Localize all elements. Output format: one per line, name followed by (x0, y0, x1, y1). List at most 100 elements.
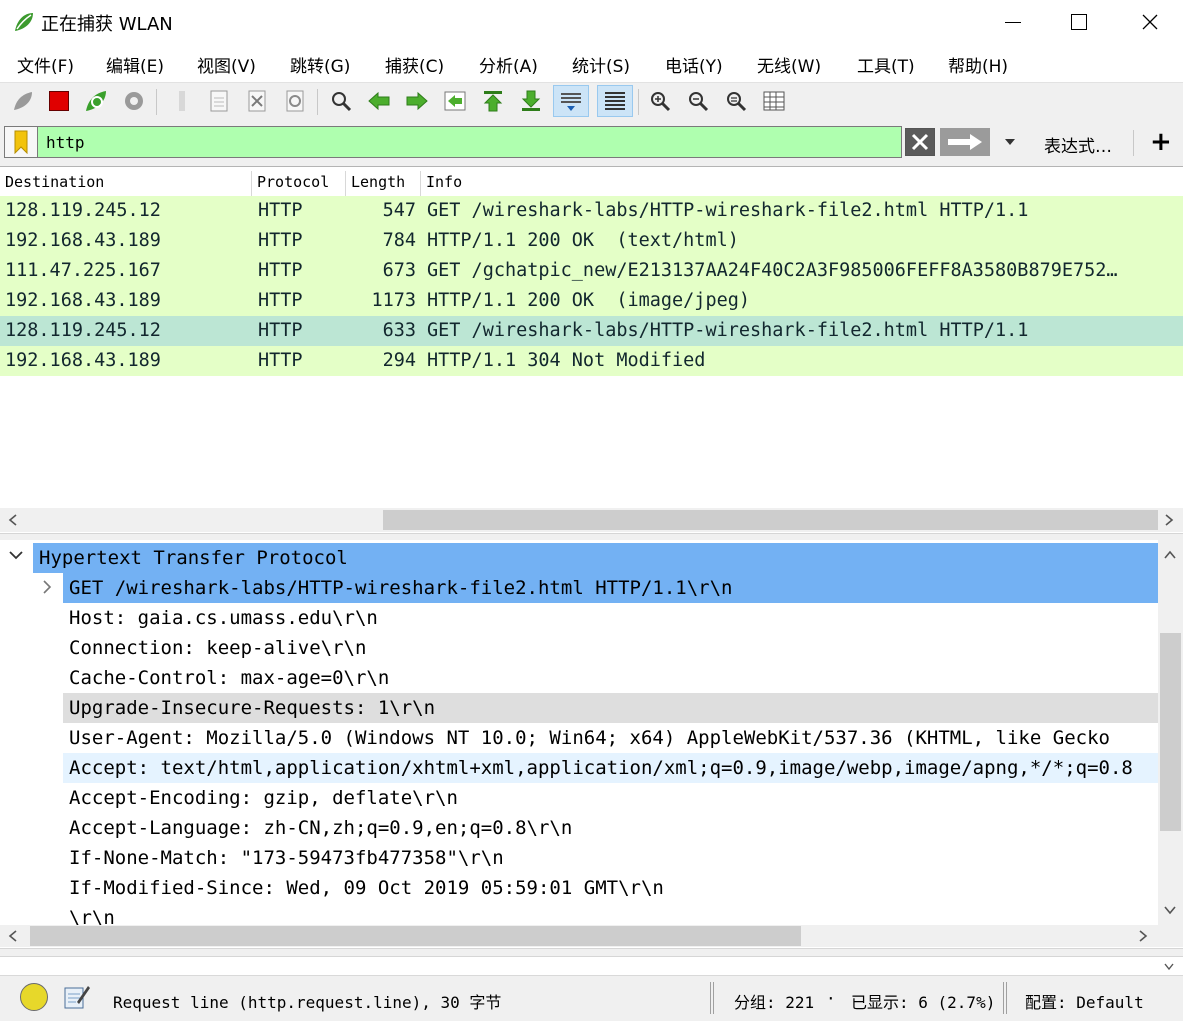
packet-length: 633 (382, 320, 416, 341)
capture-comment-icon[interactable] (63, 982, 91, 1010)
capture-options-icon[interactable] (120, 87, 148, 115)
packet-row-selected[interactable]: 128.119.245.12 HTTP 633 GET /wireshark-l… (0, 316, 1183, 346)
column-protocol[interactable]: Protocol (252, 171, 346, 197)
add-filter-button[interactable]: + (1150, 128, 1172, 156)
scroll-right-icon[interactable] (1138, 930, 1148, 942)
display-filter-input[interactable] (4, 126, 902, 158)
scroll-right-icon[interactable] (1164, 514, 1174, 526)
header-field[interactable]: Connection: keep-alive\r\n (63, 633, 1158, 663)
header-field[interactable]: If-None-Match: "173-59473fb477358"\r\n (63, 843, 1158, 873)
minimize-icon (1005, 21, 1021, 23)
colorize-icon[interactable] (597, 85, 633, 117)
go-to-packet-icon[interactable] (441, 87, 469, 115)
packet-protocol: HTTP (258, 200, 303, 221)
menu-go[interactable]: 跳转(G) (290, 52, 350, 77)
protocol-tree-http[interactable]: Hypertext Transfer Protocol (33, 543, 1158, 573)
menu-wireless[interactable]: 无线(W) (757, 52, 821, 77)
packet-destination: 111.47.225.167 (5, 260, 161, 281)
expression-button[interactable]: 表达式… (1044, 132, 1112, 157)
request-line-field[interactable]: GET /wireshark-labs/HTTP-wireshark-file2… (63, 573, 1158, 603)
menu-help[interactable]: 帮助(H) (948, 52, 1008, 77)
wireshark-logo-icon (12, 10, 36, 34)
auto-scroll-icon[interactable] (553, 85, 589, 117)
scroll-left-icon[interactable] (8, 930, 18, 942)
menu-view[interactable]: 视图(V) (197, 52, 256, 77)
packet-info: GET /gchatpic_new/E213137AA24F40C2A3F985… (427, 260, 1118, 281)
maximize-button[interactable] (1056, 0, 1102, 44)
minimize-button[interactable] (990, 0, 1036, 44)
packet-destination: 192.168.43.189 (5, 290, 161, 311)
zoom-out-icon[interactable] (684, 87, 712, 115)
packet-protocol: HTTP (258, 260, 303, 281)
go-last-icon[interactable] (517, 87, 545, 115)
start-capture-icon[interactable] (9, 87, 37, 115)
column-info[interactable]: Info (421, 171, 1183, 197)
close-button[interactable] (1127, 0, 1173, 44)
header-field[interactable]: Upgrade-Insecure-Requests: 1\r\n (63, 693, 1158, 723)
details-vscrollbar[interactable] (1158, 540, 1183, 925)
open-file-icon[interactable] (168, 87, 196, 115)
chevron-down-icon[interactable] (9, 550, 23, 560)
reload-file-icon[interactable] (281, 87, 309, 115)
packet-list-hscrollbar[interactable] (0, 508, 1183, 532)
filter-bookmark-button[interactable] (4, 126, 38, 158)
packet-bytes-pane (0, 956, 1183, 976)
restart-capture-icon[interactable] (82, 87, 110, 115)
menu-telephony[interactable]: 电话(Y) (665, 52, 723, 77)
scroll-down-icon[interactable] (1164, 963, 1174, 971)
chevron-right-icon[interactable] (42, 580, 52, 594)
go-back-icon[interactable] (365, 87, 393, 115)
menu-edit[interactable]: 编辑(E) (106, 52, 164, 77)
scrollbar-thumb[interactable] (1160, 633, 1181, 831)
header-field[interactable]: Accept-Language: zh-CN,zh;q=0.9,en;q=0.8… (63, 813, 1158, 843)
packet-info: GET /wireshark-labs/HTTP-wireshark-file2… (427, 200, 1029, 221)
header-field[interactable]: Accept-Encoding: gzip, deflate\r\n (63, 783, 1158, 813)
column-destination[interactable]: Destination (0, 171, 252, 197)
bookmark-icon (14, 130, 28, 154)
profile-status[interactable]: 配置: Default (1025, 989, 1144, 1013)
find-packet-icon[interactable] (327, 87, 355, 115)
status-separator[interactable] (1003, 982, 1007, 1014)
column-length[interactable]: Length (346, 171, 421, 197)
expert-info-icon[interactable] (20, 983, 48, 1011)
menu-tools[interactable]: 工具(T) (857, 52, 915, 77)
packet-row[interactable]: 192.168.43.189 HTTP 1173 HTTP/1.1 200 OK… (0, 286, 1183, 316)
packet-protocol: HTTP (258, 290, 303, 311)
resize-columns-icon[interactable] (760, 87, 788, 115)
stop-capture-icon[interactable] (45, 87, 73, 115)
save-file-icon[interactable] (205, 87, 233, 115)
scroll-up-icon[interactable] (1164, 550, 1176, 560)
scrollbar-thumb[interactable] (383, 510, 1158, 530)
apply-filter-button[interactable] (940, 128, 990, 156)
scrollbar-thumb[interactable] (30, 926, 801, 946)
pane-splitter[interactable] (0, 948, 1183, 956)
packet-row[interactable]: 192.168.43.189 HTTP 294 HTTP/1.1 304 Not… (0, 346, 1183, 376)
menu-analyze[interactable]: 分析(A) (479, 52, 538, 77)
close-file-icon[interactable] (243, 87, 271, 115)
menu-statistics[interactable]: 统计(S) (572, 52, 630, 77)
header-field[interactable]: User-Agent: Mozilla/5.0 (Windows NT 10.0… (63, 723, 1158, 753)
scroll-left-icon[interactable] (8, 514, 18, 526)
menu-file[interactable]: 文件(F) (17, 52, 74, 77)
header-field[interactable]: Accept: text/html,application/xhtml+xml,… (63, 753, 1158, 783)
packet-row[interactable]: 111.47.225.167 HTTP 673 GET /gchatpic_ne… (0, 256, 1183, 286)
packet-row[interactable]: 128.119.245.12 HTTP 547 GET /wireshark-l… (0, 196, 1183, 226)
menu-capture[interactable]: 捕获(C) (385, 52, 444, 77)
header-field[interactable]: \r\n (63, 903, 1158, 925)
clear-filter-button[interactable] (905, 128, 935, 156)
recent-filters-dropdown[interactable] (996, 128, 1024, 156)
status-separator[interactable] (710, 982, 714, 1014)
go-forward-icon[interactable] (403, 87, 431, 115)
header-field[interactable]: If-Modified-Since: Wed, 09 Oct 2019 05:5… (63, 873, 1158, 903)
packets-count: 分组: 221 (734, 993, 815, 1012)
field-info-status: Request line (http.request.line), 30 字节 (113, 993, 502, 1012)
packet-destination: 128.119.245.12 (5, 320, 161, 341)
header-field[interactable]: Cache-Control: max-age=0\r\n (63, 663, 1158, 693)
go-first-icon[interactable] (479, 87, 507, 115)
normal-size-icon[interactable] (722, 87, 750, 115)
header-field[interactable]: Host: gaia.cs.umass.edu\r\n (63, 603, 1158, 633)
packet-row[interactable]: 192.168.43.189 HTTP 784 HTTP/1.1 200 OK … (0, 226, 1183, 256)
scroll-down-icon[interactable] (1164, 905, 1176, 915)
details-hscrollbar[interactable] (0, 925, 1158, 947)
zoom-in-icon[interactable] (646, 87, 674, 115)
